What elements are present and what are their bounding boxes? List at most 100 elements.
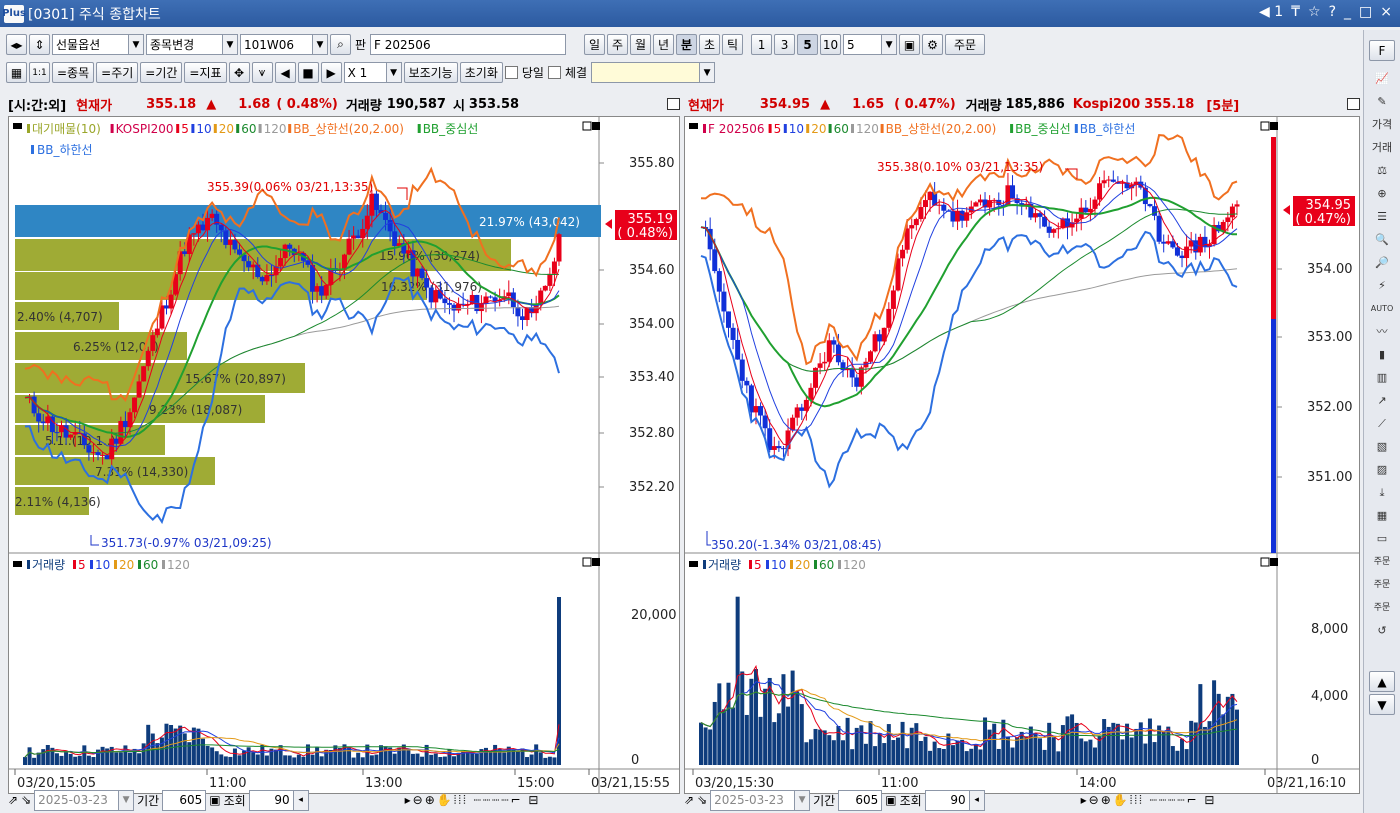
scroll-down-button[interactable]: ▼ — [1369, 694, 1395, 715]
compare-icon[interactable]: ⚖ — [1370, 161, 1394, 181]
bar-icon[interactable]: ▥ — [1370, 368, 1394, 388]
query-icon[interactable]: ▣ — [209, 793, 220, 807]
order3-icon[interactable]: 주문 — [1370, 598, 1394, 618]
period-day[interactable]: 일 — [584, 34, 606, 55]
chart-mode-icon[interactable]: ⇗ — [8, 793, 18, 807]
pattern-icon[interactable]: ⚡ — [1370, 276, 1394, 296]
market-select[interactable]: 선물옵션 ▼ — [52, 34, 144, 55]
save-icon[interactable]: ▣ — [899, 34, 921, 55]
candle-icon[interactable]: ▮ — [1370, 345, 1394, 365]
maximize-button[interactable]: □ — [1359, 4, 1372, 20]
period-button[interactable]: =기간 — [140, 62, 183, 83]
refresh-icon[interactable]: ↺ — [1370, 621, 1394, 641]
count-input[interactable]: 90 ◂ — [248, 789, 309, 811]
interval-1[interactable]: 1 — [751, 34, 773, 55]
maximize-panel-icon[interactable] — [667, 98, 680, 110]
trend-icon[interactable]: 〰 — [1370, 322, 1394, 342]
aux-function-button[interactable]: 보조기능 — [403, 62, 458, 83]
list-icon[interactable]: ☰ — [1370, 207, 1394, 227]
minimize-button[interactable]: _ — [1344, 4, 1351, 20]
line-icon[interactable]: ↗ — [1370, 391, 1394, 411]
move-icon[interactable]: ✥ — [228, 62, 250, 83]
grid-icon[interactable]: ▦ — [6, 62, 27, 83]
tool-icon[interactable]: ✎ — [1370, 92, 1394, 112]
interval-3[interactable]: 3 — [774, 34, 796, 55]
stop-icon[interactable]: ■ — [297, 62, 319, 83]
period-month[interactable]: 월 — [630, 34, 652, 55]
indicator-button[interactable]: =지표 — [184, 62, 227, 83]
scroll-icons[interactable]: ▸⊖⊕✋⦙⦙⦙ ┈┈┈┈⌐ ⊟ — [405, 793, 541, 808]
period-tick[interactable]: 틱 — [722, 34, 744, 55]
prev-next-icon[interactable]: ◂▸ — [6, 34, 27, 55]
search-doc-icon[interactable]: 🔍 — [1370, 230, 1394, 250]
query-icon[interactable]: ▣ — [885, 793, 896, 807]
period-second[interactable]: 초 — [699, 34, 721, 55]
date-picker[interactable]: 2025-03-23 ▼ — [710, 789, 811, 811]
spinner-icon[interactable]: ◂ — [292, 790, 308, 810]
one-to-one-icon[interactable]: 1:1 — [29, 62, 50, 83]
volume-bar — [82, 745, 87, 765]
grid-alt-icon[interactable]: ▦ — [1370, 506, 1394, 526]
today-checkbox[interactable] — [504, 66, 518, 79]
interval-select[interactable]: 5 ▼ — [843, 34, 898, 55]
auto-icon[interactable]: AUTO — [1370, 299, 1394, 319]
period-input[interactable]: 605 — [162, 789, 207, 811]
order2-icon[interactable]: 주문 — [1370, 575, 1394, 595]
stock-button[interactable]: =종목 — [52, 62, 95, 83]
candle-body — [209, 213, 215, 218]
period-year[interactable]: 년 — [653, 34, 675, 55]
candle-body — [551, 261, 557, 274]
cycle-button[interactable]: =주기 — [96, 62, 139, 83]
prev-icon[interactable]: ◀ — [274, 62, 296, 83]
interval-5[interactable]: 5 — [797, 34, 819, 55]
chart-mode2-icon[interactable]: ⇘ — [21, 793, 31, 807]
f-button[interactable]: F — [1369, 40, 1395, 61]
order-button[interactable]: 주문 — [945, 34, 986, 55]
price-icon[interactable]: 가격 — [1370, 115, 1394, 135]
download-icon[interactable]: ⤓ — [1370, 483, 1394, 503]
pin-icon[interactable]: ₸ — [1291, 4, 1300, 20]
screen-number-icon[interactable]: ◀ 1 — [1259, 4, 1283, 20]
box-icon[interactable]: ▧ — [1370, 437, 1394, 457]
frame-icon[interactable]: ▨ — [1370, 460, 1394, 480]
stock-name-field[interactable]: F 202506 — [370, 34, 567, 55]
change-stock-select[interactable]: 종목변경 ▼ — [146, 34, 238, 55]
reset-button[interactable]: 초기화 — [459, 62, 503, 83]
period-minute[interactable]: 분 — [676, 34, 698, 55]
zoom-icon[interactable]: ⊕ — [1370, 184, 1394, 204]
area-icon[interactable]: ⟋ — [1370, 414, 1394, 434]
volume-icon[interactable]: 거래 — [1370, 138, 1394, 158]
right-chart-svg[interactable]: F 202506 5 10 20 60 120 BB_상한선(20,2.00) BB_중심선 B… — [685, 117, 1359, 793]
chart-mode2-icon[interactable]: ⇘ — [697, 793, 707, 807]
chart-mode-icon[interactable]: ⇗ — [684, 793, 694, 807]
period-input[interactable]: 605 — [838, 789, 883, 811]
interval-10[interactable]: 10 — [820, 34, 842, 55]
trade-select[interactable]: ▼ — [591, 62, 716, 83]
code-input[interactable]: 101W06 ▼ — [240, 34, 328, 55]
count-input[interactable]: 90 ◂ — [924, 789, 985, 811]
left-chart-svg[interactable]: 대기매물(10) KOSPI200 5 10 20 60 120 BB_상한선(20,2.00… — [9, 117, 679, 793]
settings-icon[interactable]: ⚙ — [922, 34, 944, 55]
right-chart-panel[interactable]: F 202506 5 10 20 60 120 BB_상한선(20,2.00) BB_중심선 B… — [684, 116, 1360, 794]
search-chart-icon[interactable]: 🔎 — [1370, 253, 1394, 273]
favorite-icon[interactable]: ☆ — [1308, 4, 1321, 20]
next-icon[interactable]: ▶ — [320, 62, 342, 83]
scale-icon[interactable]: ⩛ — [251, 62, 273, 83]
left-chart-panel[interactable]: 대기매물(10) KOSPI200 5 10 20 60 120 BB_상한선(20,2.00… — [8, 116, 680, 794]
search-icon[interactable]: ⌕ — [330, 34, 351, 55]
updown-icon[interactable]: ⇕ — [29, 34, 50, 55]
spinner-icon[interactable]: ◂ — [968, 790, 984, 810]
trade-checkbox[interactable] — [547, 66, 561, 79]
scroll-up-button[interactable]: ▲ — [1369, 671, 1395, 692]
chart-icon[interactable]: 📈 — [1370, 69, 1394, 89]
window-icon[interactable]: ▭ — [1370, 529, 1394, 549]
maximize-panel-icon[interactable] — [1347, 98, 1360, 110]
scroll-icons[interactable]: ▸⊖⊕✋⦙⦙⦙ ┈┈┈┈⌐ ⊟ — [1081, 793, 1217, 808]
date-picker[interactable]: 2025-03-23 ▼ — [34, 789, 135, 811]
order-icon[interactable]: 주문 — [1370, 552, 1394, 572]
volume-bar — [950, 745, 955, 765]
close-button[interactable]: × — [1380, 4, 1392, 20]
help-icon[interactable]: ? — [1329, 4, 1336, 20]
period-week[interactable]: 주 — [607, 34, 629, 55]
multiplier-select[interactable]: X 1 ▼ — [343, 62, 402, 83]
